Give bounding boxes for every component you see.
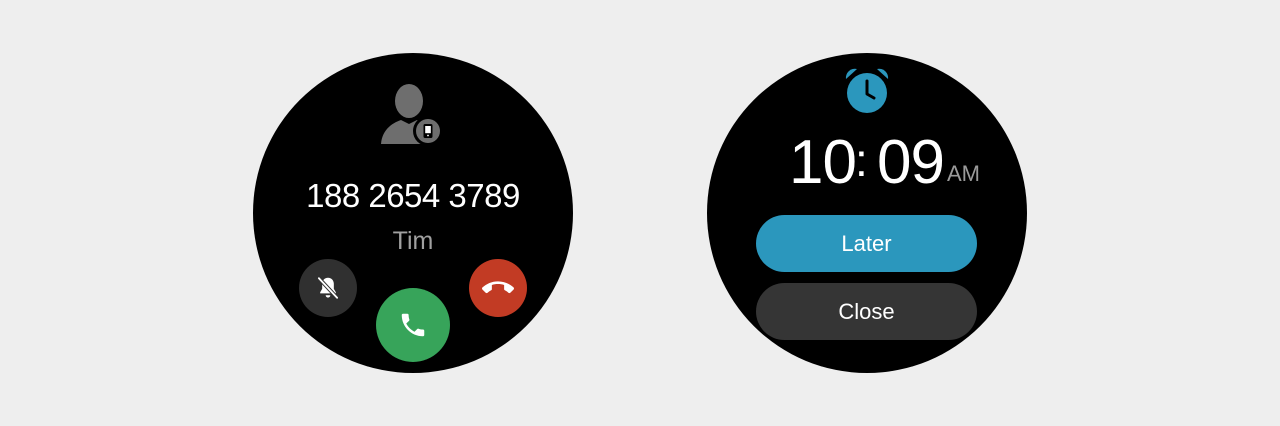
alarm-time: 10 : 09 AM [707, 131, 1027, 195]
contact-avatar-icon [381, 84, 443, 146]
answer-call-button[interactable] [376, 288, 450, 362]
mute-ringer-button[interactable] [299, 259, 357, 317]
incoming-call-watch-face: 188 2654 3789 Tim [253, 53, 573, 373]
alarm-time-period: AM [947, 161, 980, 186]
alarm-clock-icon [845, 68, 889, 113]
decline-call-button[interactable] [469, 259, 527, 317]
caller-name: Tim [392, 227, 434, 255]
alarm-watch-face: 10 : 09 AM Later Close [707, 53, 1027, 373]
screen-canvas: 188 2654 3789 Tim 10: 09 AM Later Close [0, 0, 1280, 426]
snooze-later-button[interactable]: Later [756, 215, 977, 272]
alarm-time-hour: 10 [789, 128, 857, 197]
bell-off-icon [317, 276, 339, 300]
caller-phone-number: 188 2654 3789 [306, 177, 520, 214]
alarm-time-minute: 09 [877, 128, 945, 197]
phone-answer-icon [401, 313, 425, 337]
phone-hangup-icon [482, 281, 514, 294]
dismiss-close-button[interactable]: Close [756, 283, 977, 340]
alarm-time-separator: : [855, 134, 868, 186]
